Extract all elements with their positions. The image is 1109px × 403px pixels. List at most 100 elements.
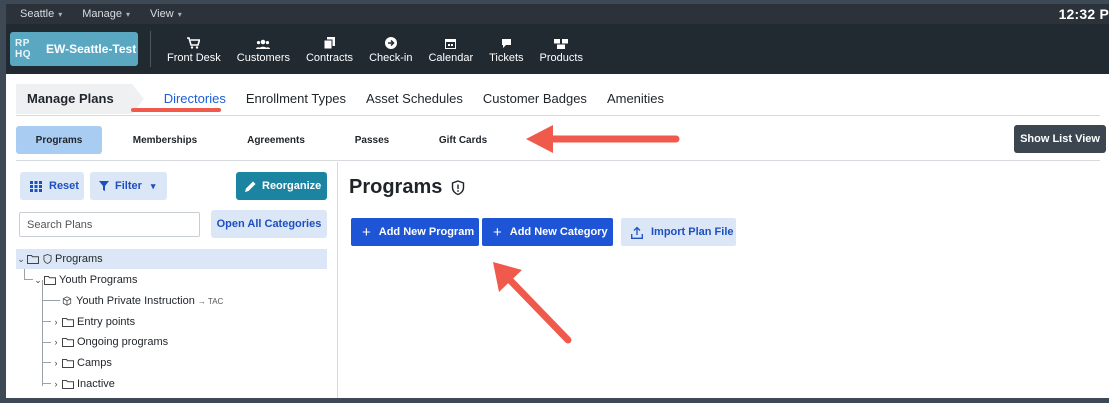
tab-amenities[interactable]: Amenities — [597, 91, 674, 106]
nav-customers[interactable]: Customers — [229, 35, 298, 64]
upload-icon — [631, 226, 643, 239]
reorganize-label: Reorganize — [262, 180, 322, 192]
tree-item-label: Ongoing programs — [77, 336, 169, 348]
users-icon — [256, 35, 271, 49]
tree-item-entry-points[interactable]: › Entry points — [51, 312, 136, 332]
menu-seattle[interactable]: Seattle ▾ — [6, 8, 68, 20]
tab-asset-schedules[interactable]: Asset Schedules — [356, 91, 473, 106]
chevron-right-icon[interactable]: › — [51, 358, 61, 368]
arrow-circle-icon — [384, 35, 397, 49]
tree-item-label: Youth Programs — [59, 274, 138, 286]
tree-item-ongoing-programs[interactable]: › Ongoing programs — [51, 332, 169, 352]
nav-tickets[interactable]: Tickets — [481, 35, 531, 64]
chevron-down-icon: ▾ — [126, 9, 131, 19]
plan-type-tabs: Programs Memberships Agreements Passes G… — [16, 118, 1106, 161]
nav-customers-label: Customers — [236, 51, 290, 64]
tree-item-label: Programs — [55, 253, 103, 265]
nav-calendar[interactable]: Calendar — [420, 35, 481, 64]
chevron-right-icon[interactable]: › — [51, 317, 61, 327]
tree-item-camps[interactable]: › Camps — [51, 353, 112, 373]
nav-check-in[interactable]: Check-in — [361, 35, 420, 64]
funnel-icon — [99, 181, 109, 191]
nav-contracts[interactable]: Contracts — [298, 35, 361, 64]
folder-icon — [62, 359, 74, 368]
tree-item-youth-private-instruction[interactable]: Youth Private Instruction → TAC — [60, 291, 223, 311]
chat-bubble-icon — [501, 35, 512, 49]
show-list-view-button[interactable]: Show List View — [1014, 125, 1106, 153]
tree-line — [42, 300, 60, 301]
open-all-label: Open All Categories — [216, 218, 322, 230]
nav-tickets-label: Tickets — [489, 51, 524, 64]
nav-front-desk[interactable]: Front Desk — [159, 35, 229, 64]
chevron-down-icon: ▾ — [150, 180, 156, 191]
shield-icon — [43, 254, 52, 264]
tree-item-label: Entry points — [77, 316, 136, 328]
filter-button[interactable]: Filter ▾ — [90, 172, 167, 200]
add-new-program-label: Add New Program — [378, 226, 475, 238]
chevron-down-icon: ▾ — [177, 9, 182, 19]
subtab-agreements[interactable]: Agreements — [235, 126, 317, 154]
nav-calendar-label: Calendar — [428, 51, 474, 64]
main-panel: Manage Plans Directories Enrollment Type… — [6, 74, 1109, 398]
folder-icon — [62, 338, 74, 347]
brand-logo: RP HQ — [15, 38, 31, 60]
page-title-text: Programs — [349, 176, 443, 198]
pencil-icon — [245, 181, 256, 192]
chevron-down-icon: ▾ — [58, 9, 63, 19]
header-divider — [150, 31, 151, 67]
folder-icon — [44, 276, 56, 285]
chevron-down-icon[interactable]: ⌄ — [33, 275, 43, 286]
nav-check-in-label: Check-in — [369, 51, 413, 64]
reset-button[interactable]: Reset — [20, 172, 84, 200]
page-title: Programs — [349, 176, 465, 199]
add-new-program-button[interactable]: + Add New Program — [351, 218, 479, 246]
reset-label: Reset — [49, 180, 79, 192]
reorganize-button[interactable]: Reorganize — [236, 172, 327, 200]
tree-line — [24, 279, 33, 280]
plus-icon: + — [493, 223, 502, 241]
tree-item-label: Inactive — [77, 378, 115, 390]
folder-icon — [62, 380, 74, 389]
filter-label: Filter — [115, 180, 142, 192]
chevron-right-icon[interactable]: › — [51, 337, 61, 347]
tab-enrollment-types[interactable]: Enrollment Types — [236, 91, 356, 106]
nav-products[interactable]: Products — [532, 35, 591, 64]
folder-icon — [27, 255, 39, 264]
menu-manage-label: Manage — [82, 8, 123, 20]
add-new-category-button[interactable]: + Add New Category — [482, 218, 613, 246]
tree-line — [42, 321, 51, 322]
import-plan-file-button[interactable]: Import Plan File — [621, 218, 736, 246]
shield-icon — [452, 179, 465, 195]
subtab-passes[interactable]: Passes — [346, 126, 398, 154]
subtab-gift-cards[interactable]: Gift Cards — [433, 126, 493, 154]
annotation-underline — [131, 108, 221, 112]
import-plan-file-label: Import Plan File — [651, 226, 734, 238]
brand-button[interactable]: RP HQ EW-Seattle-Test — [10, 32, 138, 66]
chevron-down-icon[interactable]: ⌄ — [16, 254, 26, 265]
menu-view-label: View — [150, 8, 174, 20]
tab-customer-badges[interactable]: Customer Badges — [473, 91, 597, 106]
tab-directories[interactable]: Directories — [154, 91, 236, 106]
menu-view[interactable]: View ▾ — [136, 8, 188, 20]
grid-icon — [30, 180, 42, 192]
tree-line — [42, 362, 51, 363]
chevron-right-icon[interactable]: › — [51, 379, 61, 389]
tree-item-programs[interactable]: ⌄ Programs — [16, 249, 327, 269]
nav-products-label: Products — [539, 51, 583, 64]
subtab-programs[interactable]: Programs — [16, 126, 102, 154]
tree-item-label: Youth Private Instruction — [76, 295, 195, 307]
plan-tree-pane: Reset Filter ▾ Reorganize Search Plans O… — [16, 162, 338, 398]
menu-manage[interactable]: Manage ▾ — [68, 8, 136, 20]
subtab-memberships[interactable]: Memberships — [120, 126, 210, 154]
documents-icon — [324, 35, 336, 49]
top-menubar: Seattle ▾ Manage ▾ View ▾ 12:32 P — [6, 4, 1109, 24]
nav-front-desk-label: Front Desk — [167, 51, 221, 64]
tree-line — [42, 280, 43, 386]
tree-item-label: Camps — [77, 357, 112, 369]
add-new-category-label: Add New Category — [509, 226, 608, 238]
tree-item-youth-programs[interactable]: ⌄ Youth Programs — [33, 270, 137, 290]
box-icon — [62, 296, 72, 306]
open-all-categories-button[interactable]: Open All Categories — [211, 210, 327, 238]
search-plans-input[interactable]: Search Plans — [19, 212, 200, 237]
tree-item-inactive[interactable]: › Inactive — [51, 374, 115, 394]
